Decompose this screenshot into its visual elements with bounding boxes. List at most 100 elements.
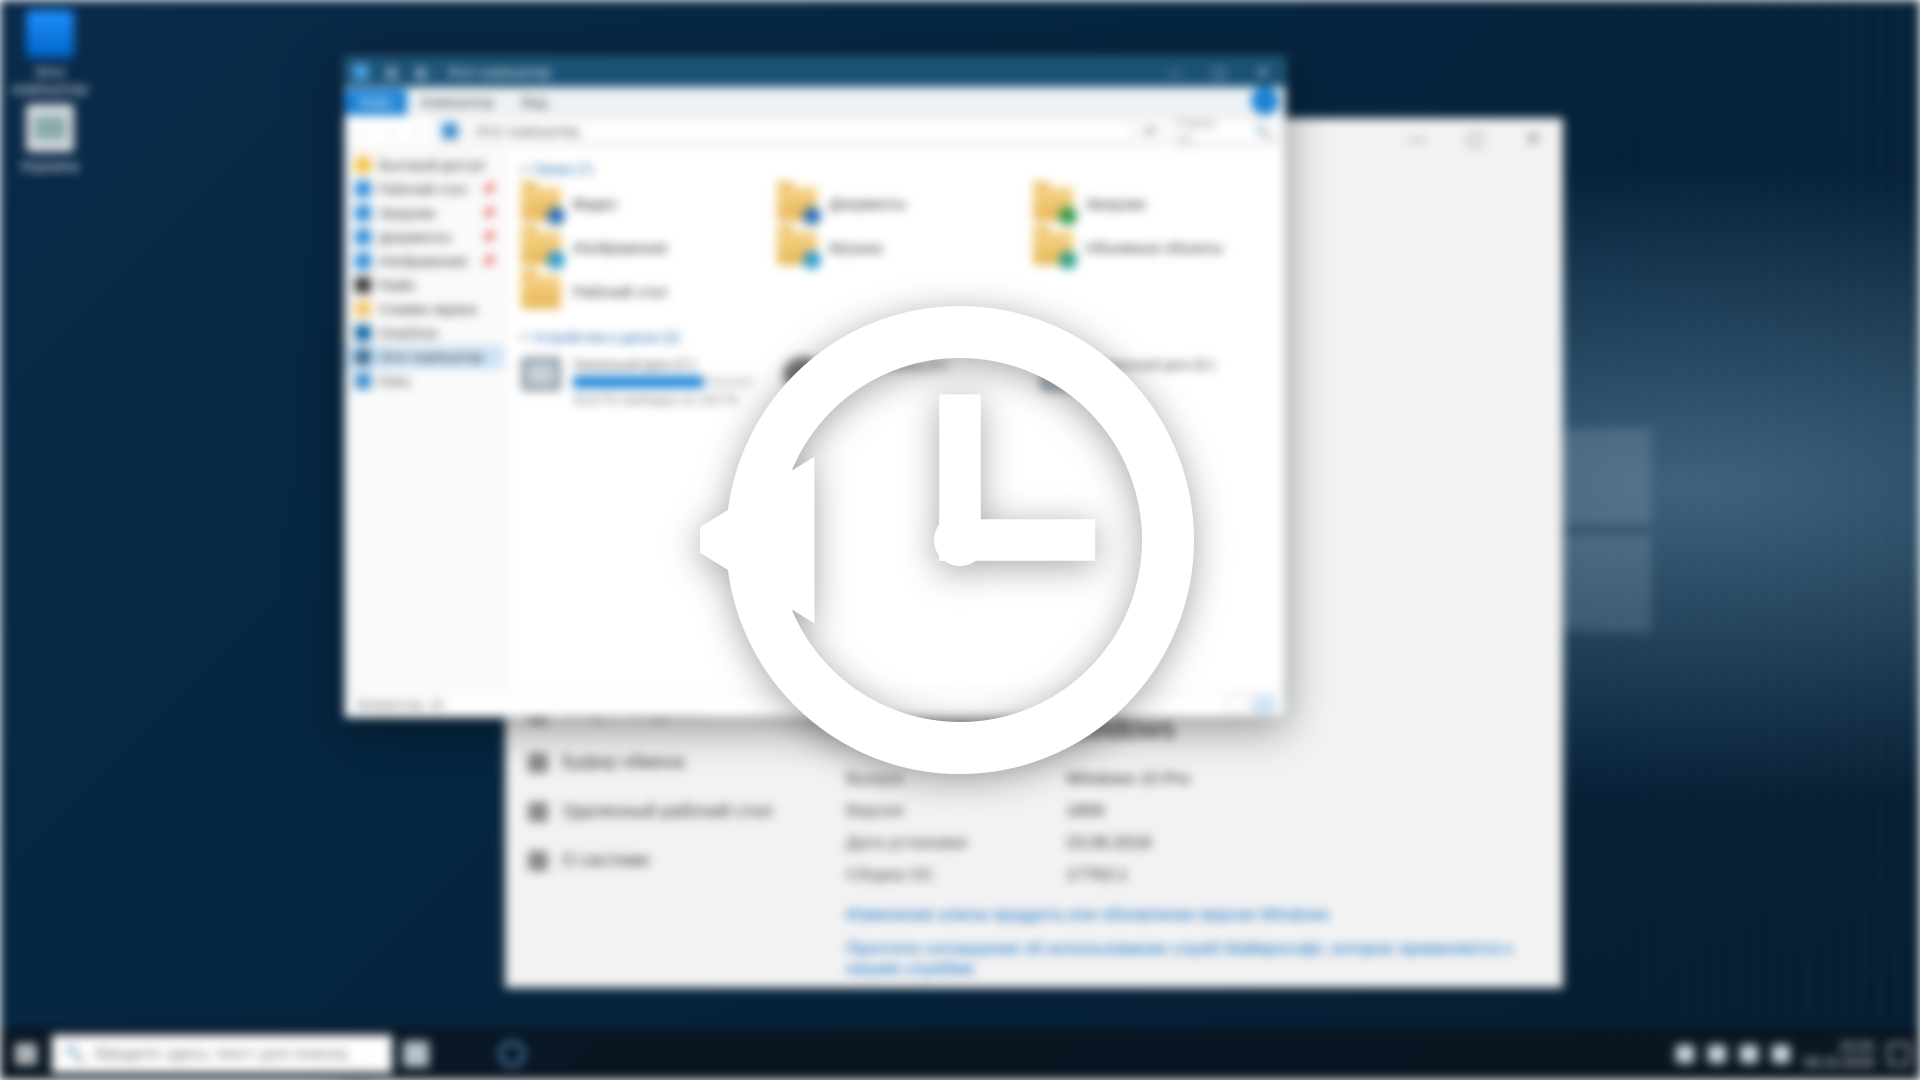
ribbon-tab-computer[interactable]: Компьютер (407, 89, 507, 115)
search-icon: 🔍 (1255, 123, 1272, 140)
nav-up-button[interactable]: ↑ (407, 120, 429, 142)
minimize-button[interactable]: — (1153, 57, 1197, 87)
explorer-sidebar: Быстрый доступРабочий стол📌Загрузки📌Доку… (345, 147, 505, 691)
sidebar-item-od[interactable]: OneDrive (345, 321, 504, 345)
maximize-button[interactable]: ▢ (1197, 57, 1241, 87)
folder-icon (777, 231, 817, 265)
sidebar-item-doc[interactable]: Документы 📌 (345, 225, 504, 249)
sidebar-item-quick[interactable]: Быстрый доступ (345, 153, 504, 177)
sidebar-item-vid[interactable]: Radio (345, 273, 504, 297)
explorer-titlebar[interactable]: ▤ ▥ Этот компьютер — ▢ ✕ (345, 57, 1285, 87)
tray-volume-icon[interactable] (1740, 1045, 1758, 1063)
ribbon-tab-view[interactable]: Вид (508, 89, 561, 115)
pin-icon: 📌 (481, 230, 496, 244)
qat-button[interactable]: ▤ (377, 64, 406, 81)
spec-value: Windows 10 Pro (1066, 769, 1190, 789)
drive-item[interactable]: DVD-дисковод (D:) (783, 357, 1011, 407)
drive-label: DVD-дисковод (D:) (835, 357, 948, 372)
drive-item[interactable]: Локальный диск (C:)33,8 ГБ свободно из 1… (521, 357, 753, 407)
view-tiles-button[interactable] (1253, 696, 1275, 714)
nav-forward-button[interactable]: → (379, 120, 401, 142)
desktop-icon-this-pc[interactable]: Этот компьютер (12, 10, 88, 98)
explorer-app-icon (353, 64, 369, 80)
remote-desktop-icon (528, 802, 548, 822)
taskbar: 🔍 Введите здесь текст для поиска 15:20 0… (0, 1028, 1920, 1080)
folder-item[interactable]: Музыка (777, 231, 1013, 265)
tray-chevron-icon[interactable] (1676, 1045, 1694, 1063)
folder-item[interactable]: Документы (777, 187, 1013, 221)
group-header-folders[interactable]: Папки (7) (517, 155, 1273, 183)
folder-item[interactable]: Рабочий стол (521, 275, 757, 309)
tray-language-icon[interactable] (1772, 1045, 1790, 1063)
settings-nav-item[interactable]: О системе (506, 836, 816, 885)
search-placeholder: Введите здесь текст для поиска (95, 1044, 348, 1064)
taskbar-clock[interactable]: 15:20 08.10.2018 (1804, 1038, 1874, 1070)
quick-icon (355, 157, 371, 173)
address-bar[interactable]: › Этот компьютер (435, 119, 1133, 143)
sidebar-item-pc[interactable]: Этот компьютер (345, 345, 504, 369)
sidebar-item-img[interactable]: Изображения📌 (345, 249, 504, 273)
drive-item[interactable]: Локальный диск (E:) (1041, 357, 1269, 407)
spec-row: Сборка ОС17763.1 (846, 859, 1532, 891)
folder-item[interactable]: Изображения (521, 231, 757, 265)
sidebar-item-label: Изображения (379, 253, 467, 269)
breadcrumb[interactable]: Этот компьютер (475, 123, 580, 139)
desktop-icon-recycle-bin[interactable]: Корзина (12, 104, 88, 175)
folder-badge-icon (803, 251, 821, 269)
spec-value: 23.09.2018 (1066, 833, 1151, 853)
task-view-button[interactable] (392, 1028, 440, 1080)
sidebar-item-label: Документы (379, 229, 451, 245)
folder-item[interactable]: Видео (521, 187, 757, 221)
clock-time: 15:20 (1804, 1038, 1874, 1054)
settings-nav-item[interactable]: Удаленный рабочий стол (506, 787, 816, 836)
sidebar-item-label: Быстрый доступ (379, 157, 485, 173)
sidebar-item-dl[interactable]: Загрузки📌 (345, 201, 504, 225)
settings-link[interactable]: Прочтите соглашение об использовании слу… (846, 939, 1532, 979)
desk-icon (355, 181, 371, 197)
ribbon-tab-file[interactable]: Файл (345, 89, 407, 115)
taskbar-search[interactable]: 🔍 Введите здесь текст для поиска (52, 1035, 392, 1073)
tray-network-icon[interactable] (1708, 1045, 1726, 1063)
sidebar-item-desk[interactable]: Рабочий стол📌 (345, 177, 504, 201)
nav-label: Буфер обмена (562, 752, 684, 773)
this-pc-icon (26, 10, 74, 58)
folder-item[interactable]: Загрузки (1033, 187, 1269, 221)
group-header-drives[interactable]: Устройства и диски (3) (517, 323, 1273, 351)
folder-label: Загрузки (1085, 196, 1145, 213)
folder-item[interactable]: Объемные объекты (1033, 231, 1269, 265)
sidebar-item-shot[interactable]: Снимки экрана (345, 297, 504, 321)
recycle-bin-icon (26, 104, 74, 152)
close-button[interactable]: ✕ (1241, 57, 1285, 87)
view-details-button[interactable] (1227, 696, 1249, 714)
folder-label: Изображения (573, 240, 667, 257)
qat-button[interactable]: ▥ (406, 64, 435, 81)
minimize-button[interactable]: — (1388, 119, 1446, 159)
spec-row: Дата установки 23.09.2018 (846, 827, 1532, 859)
settings-link[interactable]: Изменение ключа продукта или обновление … (846, 905, 1532, 925)
nav-back-button[interactable]: ← (351, 120, 373, 142)
folder-icon (521, 187, 561, 221)
close-button[interactable]: ✕ (1504, 119, 1562, 159)
search-input[interactable]: Поиск: Эт… 🔍 (1169, 119, 1279, 143)
start-button[interactable] (0, 1028, 52, 1080)
desktop-icon-label: Этот компьютер (12, 64, 88, 98)
settings-nav-item[interactable]: Буфер обмена (506, 738, 816, 787)
task-view-icon (403, 1041, 429, 1067)
folder-label: Музыка (829, 240, 882, 257)
action-center-button[interactable] (1888, 1043, 1910, 1065)
taskbar-explorer-button[interactable] (440, 1028, 488, 1080)
sidebar-item-net[interactable]: Сеть (345, 369, 504, 393)
system-tray: 15:20 08.10.2018 (1666, 1038, 1920, 1070)
refresh-button[interactable]: ⟳ (1139, 119, 1163, 143)
desktop-icon-label: Корзина (12, 158, 88, 175)
dl-icon (355, 205, 371, 221)
explorer-window[interactable]: ▤ ▥ Этот компьютер — ▢ ✕ Файл Компьютер … (344, 56, 1286, 718)
nav-label: О системе (562, 850, 650, 871)
ribbon-tabs: Файл Компьютер Вид (345, 87, 1285, 115)
spec-key: Дата установки (846, 833, 1036, 853)
maximize-button[interactable]: ▢ (1446, 119, 1504, 159)
doc-icon (355, 229, 371, 245)
taskbar-edge-button[interactable] (488, 1028, 536, 1080)
help-button[interactable] (1251, 87, 1279, 115)
edge-icon (499, 1041, 525, 1067)
